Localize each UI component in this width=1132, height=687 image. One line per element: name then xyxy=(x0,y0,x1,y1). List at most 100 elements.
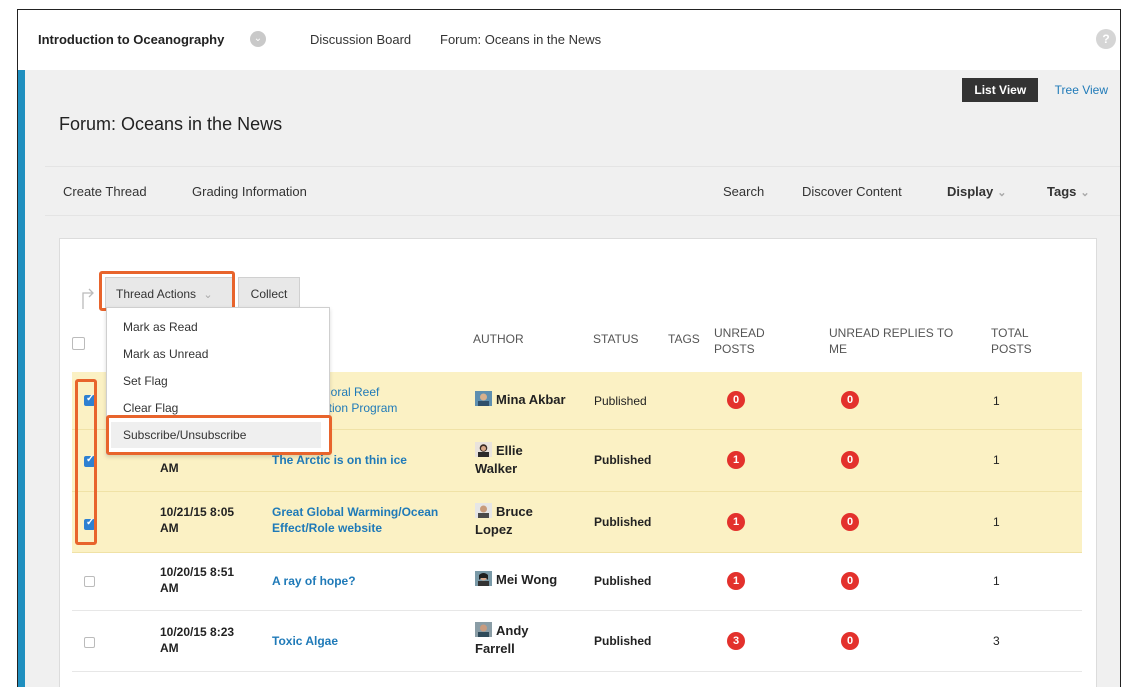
unread-replies-badge[interactable]: 0 xyxy=(841,391,859,409)
row-total-posts: 1 xyxy=(993,453,1000,467)
thread-line1: Toxic Algae xyxy=(272,634,339,648)
highlight-thread-actions xyxy=(99,271,235,311)
chevron-down-icon: ⌄ xyxy=(997,187,1007,199)
select-all-checkbox[interactable] xyxy=(72,337,85,350)
search-button[interactable]: Search xyxy=(723,184,764,199)
unread-replies-badge[interactable]: 0 xyxy=(841,513,859,531)
date-line1: 10/21/15 8:05 xyxy=(160,505,235,519)
view-toggle: List View Tree View xyxy=(962,78,1120,102)
unread-replies-badge[interactable]: 0 xyxy=(841,572,859,590)
row-status: Published xyxy=(594,574,652,588)
row-total-posts: 3 xyxy=(993,634,1000,648)
menu-item-clear-flag[interactable]: Clear Flag xyxy=(123,401,178,415)
date-line2: AM xyxy=(160,461,179,475)
row-author[interactable]: Bruce Lopez xyxy=(475,503,595,539)
display-label: Display xyxy=(947,184,994,199)
app-frame: Introduction to Oceanography ⌄ Discussio… xyxy=(17,9,1121,687)
row-author[interactable]: Andy Farrell xyxy=(475,622,595,658)
row-status: Published xyxy=(594,515,652,529)
create-thread-button[interactable]: Create Thread xyxy=(63,184,147,199)
header-unread-replies-line1: UNREAD REPLIES TO xyxy=(829,326,954,340)
date-line1: 10/20/15 8:23 xyxy=(160,625,235,639)
unread-posts-badge[interactable]: 1 xyxy=(727,451,745,469)
unread-replies-badge[interactable]: 0 xyxy=(841,632,859,650)
course-menu-chevron-icon[interactable]: ⌄ xyxy=(250,31,266,47)
avatar xyxy=(475,503,492,518)
thread-title-link[interactable]: A ray of hope? xyxy=(272,573,472,589)
thread-line1: A ray of hope? xyxy=(272,574,356,588)
highlight-selected-checkboxes xyxy=(75,379,97,545)
row-date: 10/21/15 8:05 AM xyxy=(160,504,260,536)
row-checkbox[interactable] xyxy=(84,576,95,587)
header-unread-posts-line1: UNREAD xyxy=(714,326,765,340)
tree-view-button[interactable]: Tree View xyxy=(1043,78,1120,102)
row-status: Published xyxy=(594,634,652,648)
menu-item-mark-as-unread[interactable]: Mark as Unread xyxy=(123,347,208,361)
thread-title-link[interactable]: Toxic Algae xyxy=(272,633,472,649)
author-line2: Farrell xyxy=(475,641,515,656)
unread-posts-badge[interactable]: 3 xyxy=(727,632,745,650)
unread-posts-badge[interactable]: 1 xyxy=(727,572,745,590)
left-accent-stripe xyxy=(18,70,25,687)
breadcrumb-forum: Forum: Oceans in the News xyxy=(440,32,602,47)
avatar xyxy=(475,442,492,457)
thread-line1: The Arctic is on thin ice xyxy=(272,453,407,467)
display-menu[interactable]: Display ⌄ xyxy=(947,184,1006,199)
avatar xyxy=(475,391,492,406)
author-line1: Mei Wong xyxy=(496,572,558,587)
avatar xyxy=(475,571,492,586)
menu-item-mark-as-read[interactable]: Mark as Read xyxy=(123,320,198,334)
row-status: Published xyxy=(594,453,652,467)
menu-item-set-flag[interactable]: Set Flag xyxy=(123,374,168,388)
header-unread-replies-line2: ME xyxy=(829,342,847,356)
author-line1: Bruce xyxy=(496,504,533,519)
unread-replies-badge[interactable]: 0 xyxy=(841,451,859,469)
thread-line2: Effect/Role website xyxy=(272,521,383,535)
avatar xyxy=(475,622,492,637)
breadcrumb-course[interactable]: Introduction to Oceanography xyxy=(38,32,224,47)
row-total-posts: 1 xyxy=(993,394,1000,408)
list-view-button[interactable]: List View xyxy=(962,78,1039,102)
table-row[interactable]: 10/20/15 8:23 AM Toxic Algae Andy Farrell … xyxy=(72,611,1082,672)
author-line1: Andy xyxy=(496,623,529,638)
row-checkbox[interactable] xyxy=(84,637,95,648)
header-tags[interactable]: TAGS xyxy=(668,331,700,347)
author-line1: Ellie xyxy=(496,443,523,458)
header-author[interactable]: AUTHOR xyxy=(473,331,524,347)
header-status[interactable]: STATUS xyxy=(593,331,639,347)
row-date: 10/20/15 8:23 AM xyxy=(160,624,260,656)
unread-posts-badge[interactable]: 1 xyxy=(727,513,745,531)
author-line2: Lopez xyxy=(475,522,513,537)
author-line1: Mina Akbar xyxy=(496,392,566,407)
header-unread-posts[interactable]: UNREAD POSTS xyxy=(714,325,765,357)
unread-posts-badge[interactable]: 0 xyxy=(727,391,745,409)
help-icon[interactable]: ? xyxy=(1096,29,1116,49)
breadcrumb-bar: Introduction to Oceanography ⌄ Discussio… xyxy=(18,10,1120,71)
row-author[interactable]: Mina Akbar xyxy=(475,391,595,409)
highlight-subscribe-unsubscribe xyxy=(106,415,332,455)
chevron-down-icon: ⌄ xyxy=(1080,187,1090,199)
header-unread-posts-line2: POSTS xyxy=(714,342,755,356)
grading-information-button[interactable]: Grading Information xyxy=(192,184,307,199)
page-title: Forum: Oceans in the News xyxy=(59,114,283,134)
header-unread-replies[interactable]: UNREAD REPLIES TO ME xyxy=(829,325,953,357)
thread-line1: Great Global Warming/Ocean xyxy=(272,505,439,519)
date-line2: AM xyxy=(160,581,179,595)
bulk-action-arrow-icon xyxy=(80,287,96,309)
thread-list-panel: Thread Actions ⌄ Collect AUTHOR STATUS T… xyxy=(59,238,1097,687)
table-row[interactable]: 10/20/15 8:51 AM A ray of hope? Mei Wong … xyxy=(72,553,1082,611)
breadcrumb-discussion-board[interactable]: Discussion Board xyxy=(310,32,411,47)
date-line2: AM xyxy=(160,641,179,655)
header-total-posts-line1: TOTAL xyxy=(991,326,1029,340)
header-total-posts[interactable]: TOTAL POSTS xyxy=(991,325,1032,357)
row-author[interactable]: Ellie Walker xyxy=(475,442,595,478)
action-bar: Create Thread Grading Information Search… xyxy=(45,166,1120,216)
tags-menu[interactable]: Tags ⌄ xyxy=(1047,184,1090,199)
thread-title-link[interactable]: Great Global Warming/Ocean Effect/Role we… xyxy=(272,504,472,536)
table-row[interactable]: 10/21/15 8:05 AM Great Global Warming/Oce… xyxy=(72,492,1082,553)
collect-button[interactable]: Collect xyxy=(238,277,300,309)
row-total-posts: 1 xyxy=(993,515,1000,529)
discover-content-button[interactable]: Discover Content xyxy=(802,184,902,199)
row-total-posts: 1 xyxy=(993,574,1000,588)
row-author[interactable]: Mei Wong xyxy=(475,571,595,589)
